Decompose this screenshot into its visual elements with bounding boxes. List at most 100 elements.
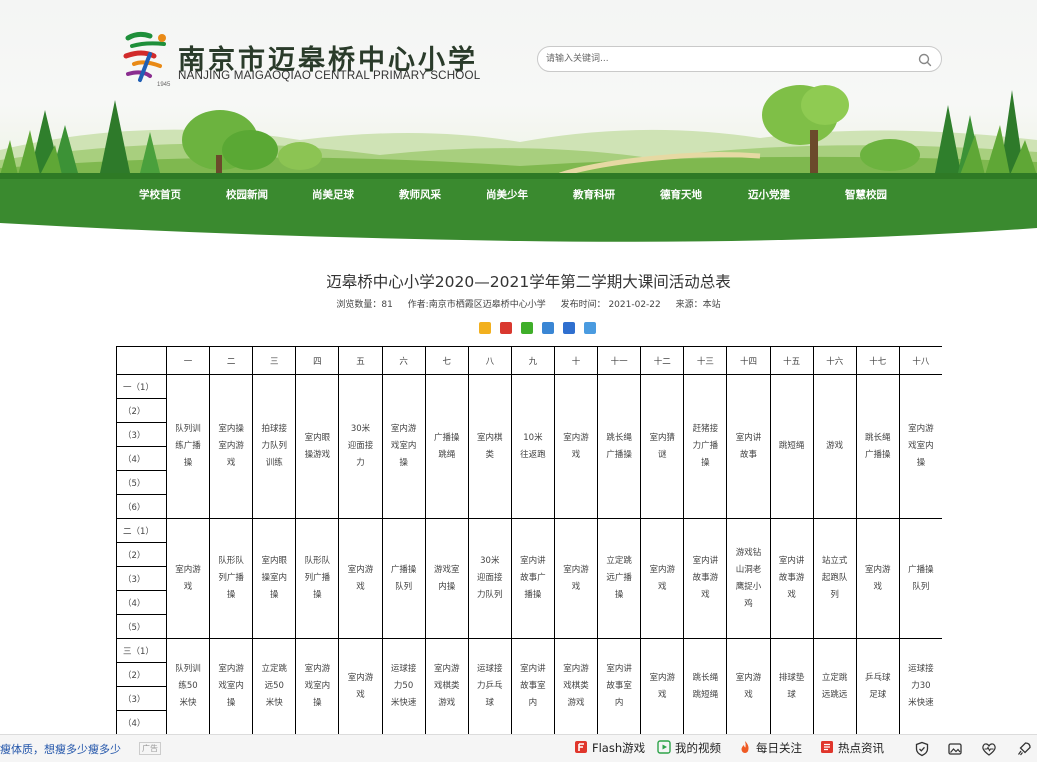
share-more-icon[interactable] — [584, 322, 597, 334]
activity-text: 30米迎面接力 — [347, 424, 374, 468]
week-header-cell: 十五 — [769, 346, 814, 375]
activity-cell: 站立式起跑队列 — [812, 518, 857, 639]
nav-item-party[interactable]: 迈小党建 — [733, 187, 805, 203]
nav-item-smart-campus[interactable]: 智慧校园 — [830, 187, 902, 203]
activity-schedule: 一二三四五六七八九十十一 十二 十三 十四 十五 十六 十七 十八 一（1） 队列训练广播操 室内… — [116, 346, 942, 762]
school-logo-icon[interactable] — [120, 30, 175, 88]
activity-text: 30米迎面接力队列 — [477, 556, 503, 600]
activity-text: 拍球接力队列训练 — [261, 424, 288, 468]
activity-text: 室内游戏 — [563, 432, 589, 460]
class-label-cell: 三（1） — [116, 638, 167, 663]
class-label-cell: （5） — [116, 470, 167, 495]
activity-cell: 室内游戏 — [338, 638, 383, 735]
activity-cell: 室内游戏 — [338, 518, 383, 639]
rocket-icon[interactable] — [1016, 741, 1032, 757]
daily-focus-label: 每日关注 — [756, 741, 802, 755]
shield-icon[interactable] — [914, 741, 930, 757]
share-tqq-icon[interactable] — [542, 322, 555, 334]
class-label-cell: （2） — [116, 542, 167, 567]
class-label-cell: （4） — [116, 590, 167, 615]
activity-text: 广播操队列 — [390, 564, 417, 592]
activity-text: 室内讲故事室内 — [606, 664, 632, 708]
search-input[interactable] — [538, 47, 908, 71]
week-header-cell: 二 — [209, 346, 254, 375]
week-header-cell: 十 — [553, 346, 599, 375]
browser-bottom-bar: 瘦体质，想瘦多少瘦多少 广告 Flash游戏 我的视频 每日关注 热点资讯 — [0, 734, 1037, 762]
heart-pulse-icon[interactable] — [981, 741, 997, 757]
share-renren-icon[interactable] — [563, 322, 576, 334]
class-label-cell: （2） — [116, 662, 167, 687]
activity-cell: 室内游戏 — [165, 518, 211, 639]
activity-cell: 室内游戏棋类游戏 — [424, 638, 469, 735]
activity-text: 跳短绳 — [778, 441, 805, 451]
activity-text: 广播操跳绳 — [433, 432, 460, 460]
activity-text: 队列训练广播操 — [175, 424, 201, 468]
nav-item-football[interactable]: 尚美足球 — [297, 187, 369, 203]
activity-text: 运球接力乒乓球 — [477, 664, 503, 708]
activity-text: 室内操室内游戏 — [218, 424, 244, 468]
share-weibo-icon[interactable] — [500, 322, 513, 334]
class-label-cell: （3） — [116, 686, 167, 711]
activity-text: 10米往返跑 — [520, 432, 546, 460]
activity-text: 室内游戏 — [563, 564, 589, 592]
activity-cell: 室内眼操室内操 — [252, 518, 297, 639]
week-header-cell: 四 — [295, 346, 340, 375]
week-header-cell: 十三 — [683, 346, 728, 375]
share-qzone-icon[interactable] — [479, 322, 491, 334]
activity-text: 室内游戏室内操 — [908, 424, 934, 468]
flash-games-link[interactable]: Flash游戏 — [574, 740, 645, 756]
activity-text: 立定跳远跳远 — [821, 672, 848, 700]
activity-cell: 室内讲故事游戏 — [683, 518, 728, 639]
activity-cell: 室内游戏 — [640, 518, 685, 639]
daily-focus-link[interactable]: 每日关注 — [738, 740, 802, 756]
week-header-cell: 十二 — [640, 346, 685, 375]
activity-cell: 室内讲故事广播操 — [510, 518, 555, 639]
activity-text: 室内猜谜 — [649, 432, 675, 460]
search-icon[interactable] — [917, 52, 933, 68]
class-label-cell: （2） — [116, 398, 167, 423]
week-header-cell: 一 — [165, 346, 211, 375]
nav-item-home[interactable]: 学校首页 — [124, 187, 196, 203]
activity-cell: 室内猜谜 — [640, 374, 685, 519]
class-label-cell: 一（1） — [116, 374, 167, 399]
class-label-cell: （4） — [116, 446, 167, 471]
activity-text: 立定跳远广播操 — [606, 556, 632, 600]
activity-cell: 室内讲故事 — [726, 374, 771, 519]
logo-year: 1945 — [157, 82, 171, 88]
activity-text: 室内游戏 — [649, 564, 675, 592]
activity-text: 运球接力50米快速 — [390, 664, 417, 708]
nav-item-moral[interactable]: 德育天地 — [645, 187, 717, 203]
activity-cell: 室内游戏 — [726, 638, 771, 735]
activity-cell: 跳长绳跳短绳 — [683, 638, 728, 735]
activity-cell: 室内棋类 — [467, 374, 512, 519]
week-header-cell: 九 — [510, 346, 555, 375]
activity-cell: 室内游戏 — [553, 518, 599, 639]
image-icon[interactable] — [947, 741, 963, 757]
activity-cell: 30米迎面接力队列 — [467, 518, 512, 639]
activity-text: 室内讲故事室内 — [520, 664, 546, 708]
activity-cell: 室内游戏室内操 — [381, 374, 426, 519]
week-header-cell: 十八 — [898, 346, 942, 375]
activity-text: 运球接力30米快速 — [908, 664, 934, 708]
ad-link[interactable]: 瘦体质，想瘦多少瘦多少 — [0, 741, 121, 757]
search-box — [537, 46, 942, 72]
nav-item-teachers[interactable]: 教师风采 — [384, 187, 456, 203]
my-video-link[interactable]: 我的视频 — [657, 740, 721, 756]
nav-item-news[interactable]: 校园新闻 — [211, 187, 283, 203]
author: 作者:南京市栖霞区迈皋桥中心小学 — [407, 300, 546, 310]
activity-cell: 队形队列广播操 — [295, 518, 340, 639]
activity-text: 广播操队列 — [908, 564, 934, 592]
class-label-cell: （6） — [116, 494, 167, 519]
activity-cell: 室内游戏 — [553, 374, 599, 519]
activity-cell: 运球接力50米快速 — [381, 638, 426, 735]
nav-item-students[interactable]: 尚美少年 — [471, 187, 543, 203]
main-nav: 学校首页 校园新闻 尚美足球 教师风采 尚美少年 教育科研 德育天地 迈小党建 … — [0, 173, 1037, 243]
source: 来源：本站 — [675, 300, 721, 310]
nav-item-research[interactable]: 教育科研 — [558, 187, 630, 203]
class-label-cell: （5） — [116, 614, 167, 639]
share-wechat-icon[interactable] — [521, 322, 534, 334]
hot-news-link[interactable]: 热点资讯 — [820, 740, 884, 756]
activity-text: 排球垫球 — [778, 672, 805, 700]
activity-text: 队形队列广播操 — [304, 556, 331, 600]
activity-text: 立定跳远50米快 — [261, 664, 288, 708]
